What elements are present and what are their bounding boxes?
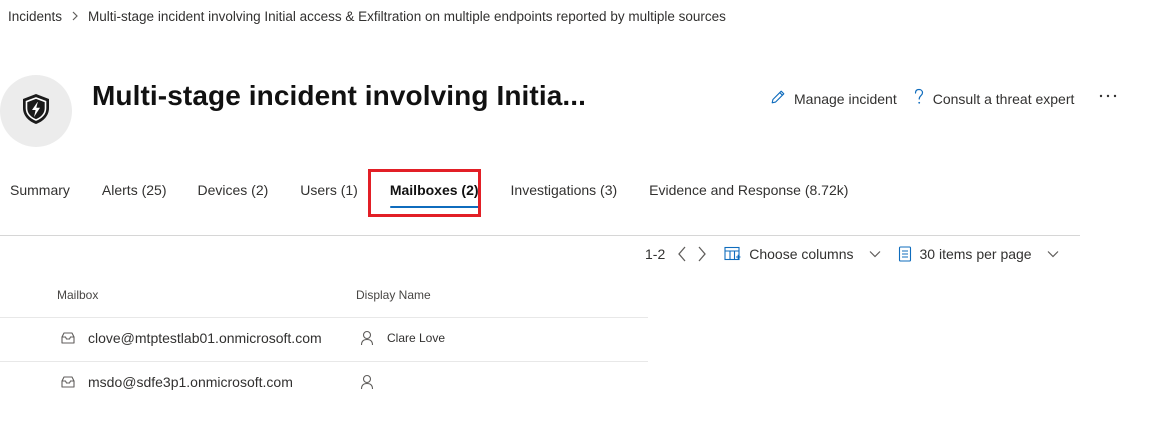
person-icon xyxy=(360,374,374,390)
chevron-right-icon xyxy=(71,11,79,21)
tab-users[interactable]: Users (1) xyxy=(300,180,358,202)
items-per-page-dropdown[interactable]: 30 items per page xyxy=(898,246,1059,262)
tabs-divider xyxy=(0,235,1080,236)
pencil-icon xyxy=(770,89,786,108)
display-name-text: Clare Love xyxy=(387,331,446,345)
breadcrumb-current: Multi-stage incident involving Initial a… xyxy=(88,8,726,24)
mailbox-address[interactable]: clove@mtptestlab01.onmicrosoft.com xyxy=(88,330,322,346)
columns-icon xyxy=(724,246,742,262)
column-header-display-name[interactable]: Display Name xyxy=(356,288,431,302)
table-row[interactable]: clove@mtptestlab01.onmicrosoft.com Clare… xyxy=(0,318,648,361)
pagination-range: 1-2 xyxy=(645,246,666,262)
breadcrumb-incidents-link[interactable]: Incidents xyxy=(8,9,62,24)
table-toolbar: 1-2 Choose columns 30 items per page xyxy=(645,245,1059,263)
items-per-page-label: 30 items per page xyxy=(919,246,1032,262)
display-name-cell xyxy=(360,374,387,390)
display-name-cell: Clare Love xyxy=(360,330,445,346)
choose-columns-label: Choose columns xyxy=(749,246,854,262)
mailbox-icon xyxy=(60,375,76,389)
chevron-down-icon xyxy=(1047,250,1059,258)
mailbox-cell: msdo@sdfe3p1.onmicrosoft.com xyxy=(60,374,293,390)
column-header-mailbox[interactable]: Mailbox xyxy=(57,288,98,302)
next-page-icon[interactable] xyxy=(697,245,707,263)
breadcrumb: Incidents Multi-stage incident involving… xyxy=(8,7,726,25)
consult-threat-expert-button[interactable]: Consult a threat expert xyxy=(913,88,1075,109)
tab-alerts[interactable]: Alerts (25) xyxy=(102,180,167,202)
mailbox-icon xyxy=(60,331,76,345)
shield-lightning-icon xyxy=(21,93,51,130)
page-title: Multi-stage incident involving Initia... xyxy=(92,80,587,111)
mailbox-address[interactable]: msdo@sdfe3p1.onmicrosoft.com xyxy=(88,374,293,390)
choose-columns-button[interactable]: Choose columns xyxy=(724,246,880,262)
consult-threat-expert-label: Consult a threat expert xyxy=(932,90,1075,107)
incident-avatar xyxy=(0,75,72,147)
chevron-down-icon xyxy=(869,250,881,258)
question-mark-icon xyxy=(913,88,925,109)
mailbox-cell: clove@mtptestlab01.onmicrosoft.com xyxy=(60,330,322,346)
manage-incident-label: Manage incident xyxy=(794,90,897,107)
manage-incident-button[interactable]: Manage incident xyxy=(770,89,897,108)
tab-investigations[interactable]: Investigations (3) xyxy=(511,180,618,202)
previous-page-icon[interactable] xyxy=(677,245,687,263)
person-icon xyxy=(360,330,374,346)
highlight-annotation-box xyxy=(368,169,481,217)
table-row[interactable]: msdo@sdfe3p1.onmicrosoft.com xyxy=(0,362,648,405)
tab-summary[interactable]: Summary xyxy=(10,180,70,202)
more-options-icon[interactable] xyxy=(1096,84,1120,108)
page-list-icon xyxy=(898,246,912,262)
header-actions: Manage incident Consult a threat expert xyxy=(770,88,1074,109)
tab-evidence-and-response[interactable]: Evidence and Response (8.72k) xyxy=(649,180,848,202)
tab-devices[interactable]: Devices (2) xyxy=(197,180,268,202)
